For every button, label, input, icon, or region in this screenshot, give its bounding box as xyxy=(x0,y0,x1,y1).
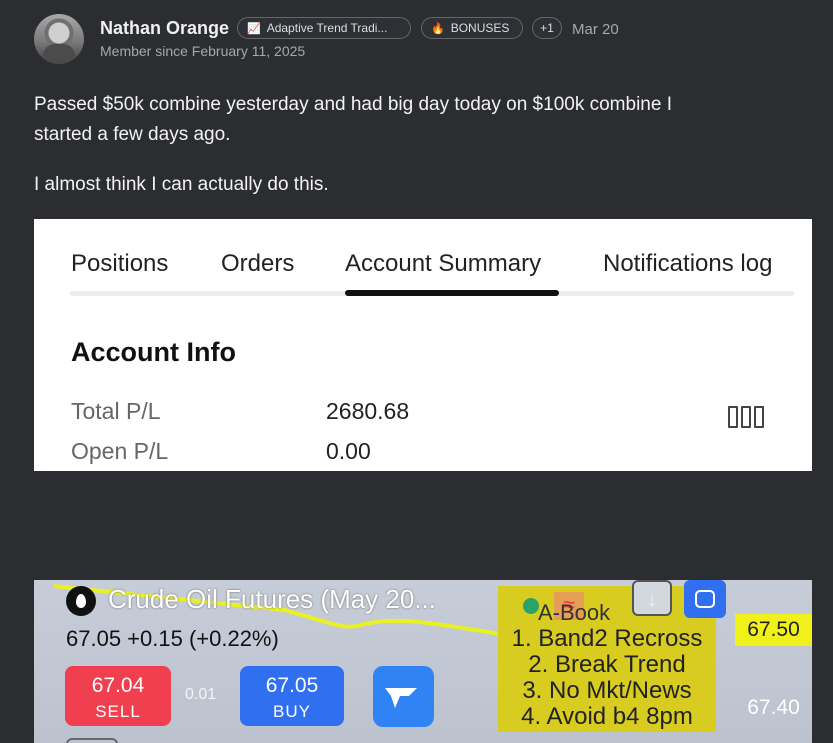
tab-positions[interactable]: Positions xyxy=(71,250,168,278)
instrument-title[interactable]: Crude Oil Futures (May 20... xyxy=(108,584,436,615)
sell-button[interactable]: 67.04 SELL xyxy=(65,666,171,726)
open-pl-value: 0.00 xyxy=(326,438,371,464)
buy-label: BUY xyxy=(273,702,311,721)
status-dot-icon xyxy=(523,598,539,614)
badge-more[interactable]: +1 xyxy=(532,17,562,39)
columns-icon[interactable] xyxy=(728,406,764,428)
badge-adaptive-trend[interactable]: 📈 Adaptive Trend Tradi... xyxy=(237,17,411,39)
flame-icon: 🔥 xyxy=(431,22,445,35)
tab-account-summary[interactable]: Account Summary xyxy=(345,250,541,278)
post-text-line: I almost think I can actually do this. xyxy=(34,174,329,195)
member-since: Member since February 11, 2025 xyxy=(100,43,306,59)
tab-notifications-log[interactable]: Notifications log xyxy=(603,250,772,278)
price-change: 67.05 +0.15 (+0.22%) xyxy=(66,626,279,651)
section-title: Account Info xyxy=(71,337,236,367)
fullscreen-icon[interactable] xyxy=(684,580,726,618)
active-tab-indicator xyxy=(345,290,559,296)
logo-shape xyxy=(385,688,417,708)
chart-icon: 📈 xyxy=(247,22,261,35)
spread-value: 0.01 xyxy=(185,686,217,703)
buy-button[interactable]: 67.05 BUY xyxy=(240,666,344,726)
app-logo-icon[interactable] xyxy=(373,666,434,727)
note-header: A-Book xyxy=(538,600,611,625)
note-item: 1. Band2 Recross xyxy=(511,625,703,652)
oil-drop-icon xyxy=(66,586,96,616)
sell-price: 67.04 xyxy=(91,674,145,697)
badge-label: Adaptive Trend Tradi... xyxy=(266,21,388,35)
note-item: 3. No Mkt/News xyxy=(522,677,692,704)
panel-corner xyxy=(66,738,118,743)
trading-chart-screenshot: Crude Oil Futures (May 20... 67.05 +0.15… xyxy=(34,580,812,743)
download-icon[interactable]: ↓ xyxy=(632,580,672,616)
post-text-line: started a few days ago. xyxy=(34,124,231,145)
avatar[interactable] xyxy=(34,14,84,64)
note-item: 2. Break Trend xyxy=(528,651,686,678)
author-name[interactable]: Nathan Orange xyxy=(100,18,229,39)
price-axis-label: 67.50 xyxy=(735,614,812,646)
post-text-line: Passed $50k combine yesterday and had bi… xyxy=(34,94,672,115)
badge-label: BONUSES xyxy=(450,21,510,35)
buy-price: 67.05 xyxy=(265,674,319,697)
note-list: 1. Band2 Recross 2. Break Trend 3. No Mk… xyxy=(498,626,716,730)
total-pl-label: Total P/L xyxy=(71,398,161,424)
badge-bonuses[interactable]: 🔥 BONUSES xyxy=(421,17,523,39)
tab-orders[interactable]: Orders xyxy=(221,250,294,278)
post-date: Mar 20 xyxy=(572,21,619,38)
note-item: 4. Avoid b4 8pm xyxy=(521,703,693,730)
price-axis-label: 67.40 xyxy=(747,696,800,719)
open-pl-label: Open P/L xyxy=(71,438,169,464)
badge-label: +1 xyxy=(540,21,554,35)
total-pl-value: 2680.68 xyxy=(326,398,410,424)
sell-label: SELL xyxy=(95,702,141,721)
account-summary-screenshot: Positions Orders Account Summary Notific… xyxy=(34,219,812,471)
